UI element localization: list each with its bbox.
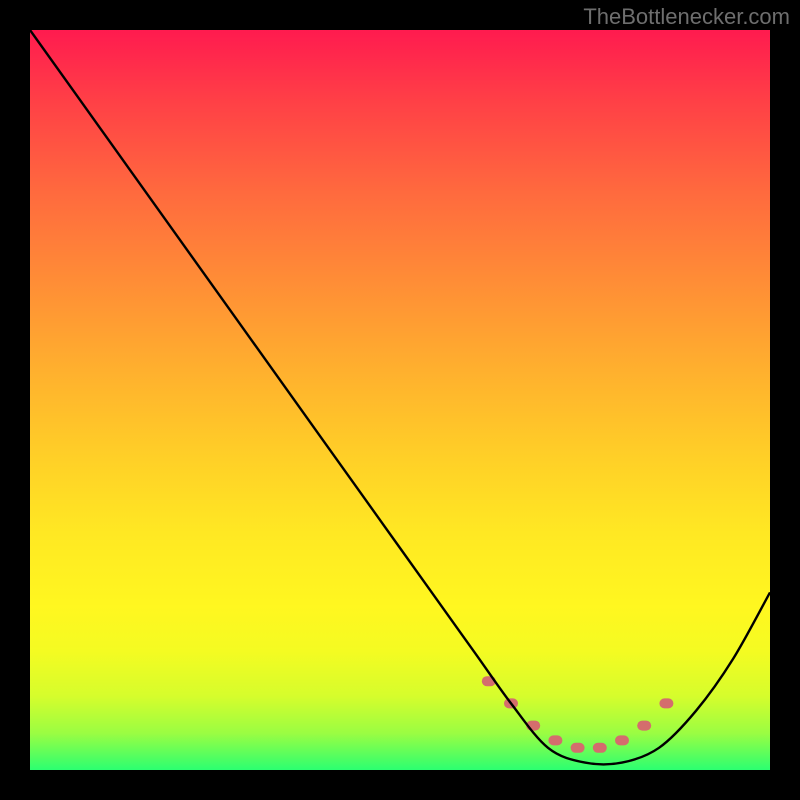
marker-group — [482, 676, 674, 753]
highlight-marker — [637, 721, 651, 731]
chart-root: TheBottlenecker.com — [0, 0, 800, 800]
plot-area — [30, 30, 770, 770]
highlight-marker — [571, 743, 585, 753]
bottleneck-curve — [30, 30, 770, 764]
highlight-marker — [615, 735, 629, 745]
highlight-marker — [593, 743, 607, 753]
highlight-marker — [548, 735, 562, 745]
curve-layer — [30, 30, 770, 770]
highlight-marker — [659, 698, 673, 708]
attribution-text: TheBottlenecker.com — [583, 4, 790, 30]
